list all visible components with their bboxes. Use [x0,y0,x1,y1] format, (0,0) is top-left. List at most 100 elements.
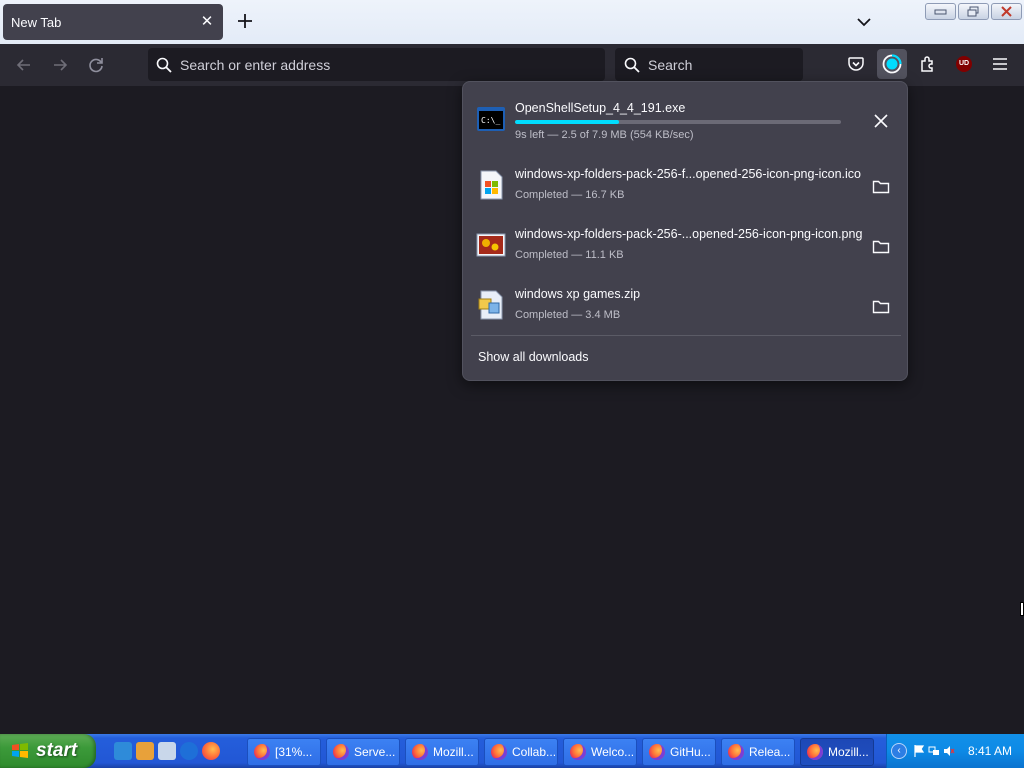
close-icon[interactable]: ✕ [199,14,215,30]
forward-arrow-icon [54,59,68,71]
taskbar-item-label: Mozill... [433,745,474,759]
pocket-button[interactable] [841,49,871,79]
address-bar[interactable] [148,48,605,81]
start-label: start [36,740,78,761]
tab-strip: New Tab ✕ [0,0,1024,44]
taskbar-item-active[interactable]: Mozill... [800,738,874,766]
minimize-icon [934,9,947,15]
firefox-icon [254,744,270,760]
extensions-button[interactable] [913,49,943,79]
firefox-icon [491,744,507,760]
taskbar-item[interactable]: Serve... [326,738,400,766]
download-status: Completed — 16.7 KB [515,189,625,201]
show-in-folder-button[interactable] [869,235,893,259]
restore-button[interactable] [958,3,989,20]
cancel-icon [874,114,888,128]
tab-title: New Tab [11,14,62,30]
network-icon[interactable] [114,742,132,760]
show-in-folder-button[interactable] [869,175,893,199]
navigation-toolbar: UD [0,44,1024,86]
windows-flag-icon [12,743,28,758]
download-item[interactable]: windows-xp-folders-pack-256-...opened-25… [473,219,899,275]
taskbar-item[interactable]: Relea... [721,738,795,766]
download-status: Completed — 11.1 KB [515,249,624,261]
taskbar-item-label: Mozill... [828,745,869,759]
taskbar-item-label: GitHu... [670,745,711,759]
media-player-icon[interactable] [136,742,154,760]
network-status-icon[interactable] [928,744,940,758]
cancel-download-button[interactable] [869,109,893,133]
reload-button[interactable] [86,55,106,75]
download-status: Completed — 3.4 MB [515,309,621,321]
firefox-icon [333,744,349,760]
volume-muted-icon[interactable] [943,744,955,758]
taskbar-item[interactable]: Welco... [563,738,637,766]
download-filename: windows-xp-folders-pack-256-f...opened-2… [515,167,862,181]
show-in-folder-button[interactable] [869,295,893,319]
windows-logo-file-icon [480,170,503,200]
downloads-button[interactable] [877,49,907,79]
download-filename: windows-xp-folders-pack-256-...opened-25… [515,227,863,241]
console-app-icon: C:\_ [477,107,505,131]
image-file-icon [476,233,506,257]
address-input[interactable] [180,56,560,73]
forward-button[interactable] [50,55,70,75]
mouse-cursor [1020,602,1024,616]
system-tray: ‹ 8:41 AM [886,734,1024,768]
download-item[interactable]: windows xp games.zip Completed — 3.4 MB [473,279,899,335]
taskbar-item[interactable]: Collab... [484,738,558,766]
restore-icon [967,6,979,17]
close-window-button[interactable] [991,3,1022,20]
start-button[interactable]: start [0,734,96,768]
explorer-icon[interactable] [158,742,176,760]
download-item[interactable]: windows-xp-folders-pack-256-f...opened-2… [473,159,899,215]
firefox-icon [807,744,823,760]
firefox-icon [728,744,744,760]
back-button[interactable] [14,55,34,75]
flag-icon[interactable] [913,744,925,758]
taskbar-item[interactable]: [31%... [247,738,321,766]
list-all-tabs-button[interactable] [854,12,874,32]
taskbar-item-label: Collab... [512,745,557,759]
folder-icon [872,180,890,194]
show-all-downloads-link[interactable]: Show all downloads [478,350,589,364]
firefox-icon [570,744,586,760]
search-icon [156,57,172,73]
download-progress-icon [882,54,902,74]
search-bar[interactable] [615,48,803,81]
taskbar-item-label: Serve... [354,745,396,759]
new-tab-button[interactable] [234,10,256,32]
close-window-icon [1001,6,1012,17]
download-progress-fill [515,120,620,124]
taskbar-item[interactable]: GitHu... [642,738,716,766]
plus-icon [238,14,252,28]
download-progress-bar [515,120,841,124]
pocket-icon [848,57,864,71]
tab-new-tab[interactable]: New Tab ✕ [3,4,223,40]
download-filename: windows xp games.zip [515,287,641,301]
firefox-icon [412,744,428,760]
folder-icon [872,300,890,314]
download-item[interactable]: C:\_ OpenShellSetup_4_4_191.exe 9s left … [473,93,899,149]
back-arrow-icon [16,59,30,71]
hamburger-menu-icon [993,58,1007,70]
firefox-icon[interactable] [202,742,220,760]
download-status: 9s left — 2.5 of 7.9 MB (554 KB/sec) [515,129,694,141]
internet-explorer-icon[interactable] [180,742,198,760]
downloads-panel: C:\_ OpenShellSetup_4_4_191.exe 9s left … [462,81,908,381]
search-icon [624,57,640,73]
taskbar-item-label: Welco... [591,745,635,759]
ublock-icon: UD [956,56,972,72]
app-menu-button[interactable] [985,49,1015,79]
minimize-button[interactable] [925,3,956,20]
puzzle-icon [921,56,933,72]
taskbar-item[interactable]: Mozill... [405,738,479,766]
quick-launch [104,734,240,768]
taskbar-item-label: Relea... [749,745,791,759]
show-hidden-icons-button[interactable]: ‹ [891,743,907,759]
svg-text:C:\_: C:\_ [481,116,500,125]
panel-separator [471,335,901,336]
ublock-origin-button[interactable]: UD [949,49,979,79]
search-input[interactable] [648,56,788,73]
zip-file-icon [478,290,503,320]
